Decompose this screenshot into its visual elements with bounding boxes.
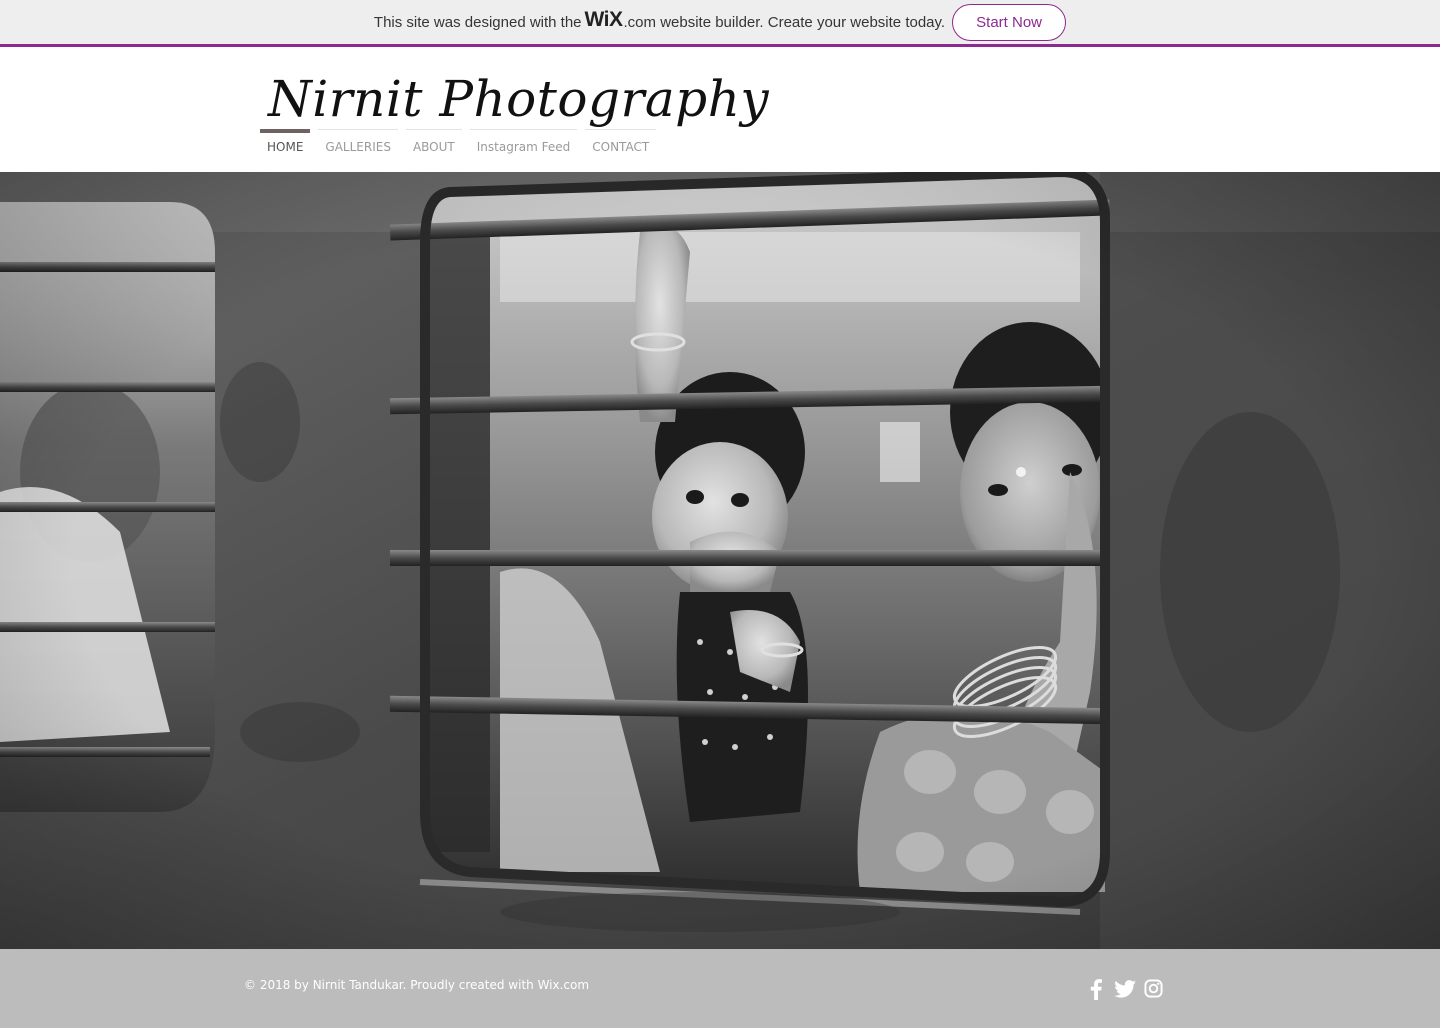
copyright-label: © 2018 by Nirnit Tandukar. Proudly creat…: [244, 978, 538, 992]
nav-item-instagram-feed[interactable]: Instagram Feed: [469, 129, 578, 165]
main-nav: HOME GALLERIES ABOUT Instagram Feed CONT…: [260, 129, 657, 165]
twitter-icon[interactable]: [1113, 977, 1136, 1000]
wix-link[interactable]: Wix.com: [538, 978, 589, 992]
wix-logo[interactable]: WiX: [585, 8, 623, 32]
nav-item-about[interactable]: ABOUT: [405, 129, 462, 165]
hero-photo: [0, 172, 1440, 949]
hero-photo-illustration: [0, 172, 1440, 949]
banner-text-before: This site was designed with the: [373, 13, 582, 31]
social-bar: [1084, 977, 1165, 1000]
facebook-icon[interactable]: [1084, 977, 1107, 1000]
site-title[interactable]: Nirnit Photography: [268, 70, 769, 128]
nav-item-contact[interactable]: CONTACT: [585, 129, 657, 165]
banner-text-after: .com website builder. Create your websit…: [623, 13, 946, 31]
wix-promo-banner: This site was designed with the WiX .com…: [0, 0, 1440, 47]
start-now-button[interactable]: Start Now: [952, 3, 1067, 41]
nav-item-home[interactable]: HOME: [260, 129, 311, 165]
site-footer: © 2018 by Nirnit Tandukar. Proudly creat…: [0, 949, 1440, 1028]
instagram-icon[interactable]: [1142, 977, 1165, 1000]
wix-promo-banner-content: This site was designed with the WiX .com…: [0, 0, 1440, 44]
nav-item-galleries[interactable]: GALLERIES: [318, 129, 398, 165]
copyright-text: © 2018 by Nirnit Tandukar. Proudly creat…: [244, 978, 589, 992]
